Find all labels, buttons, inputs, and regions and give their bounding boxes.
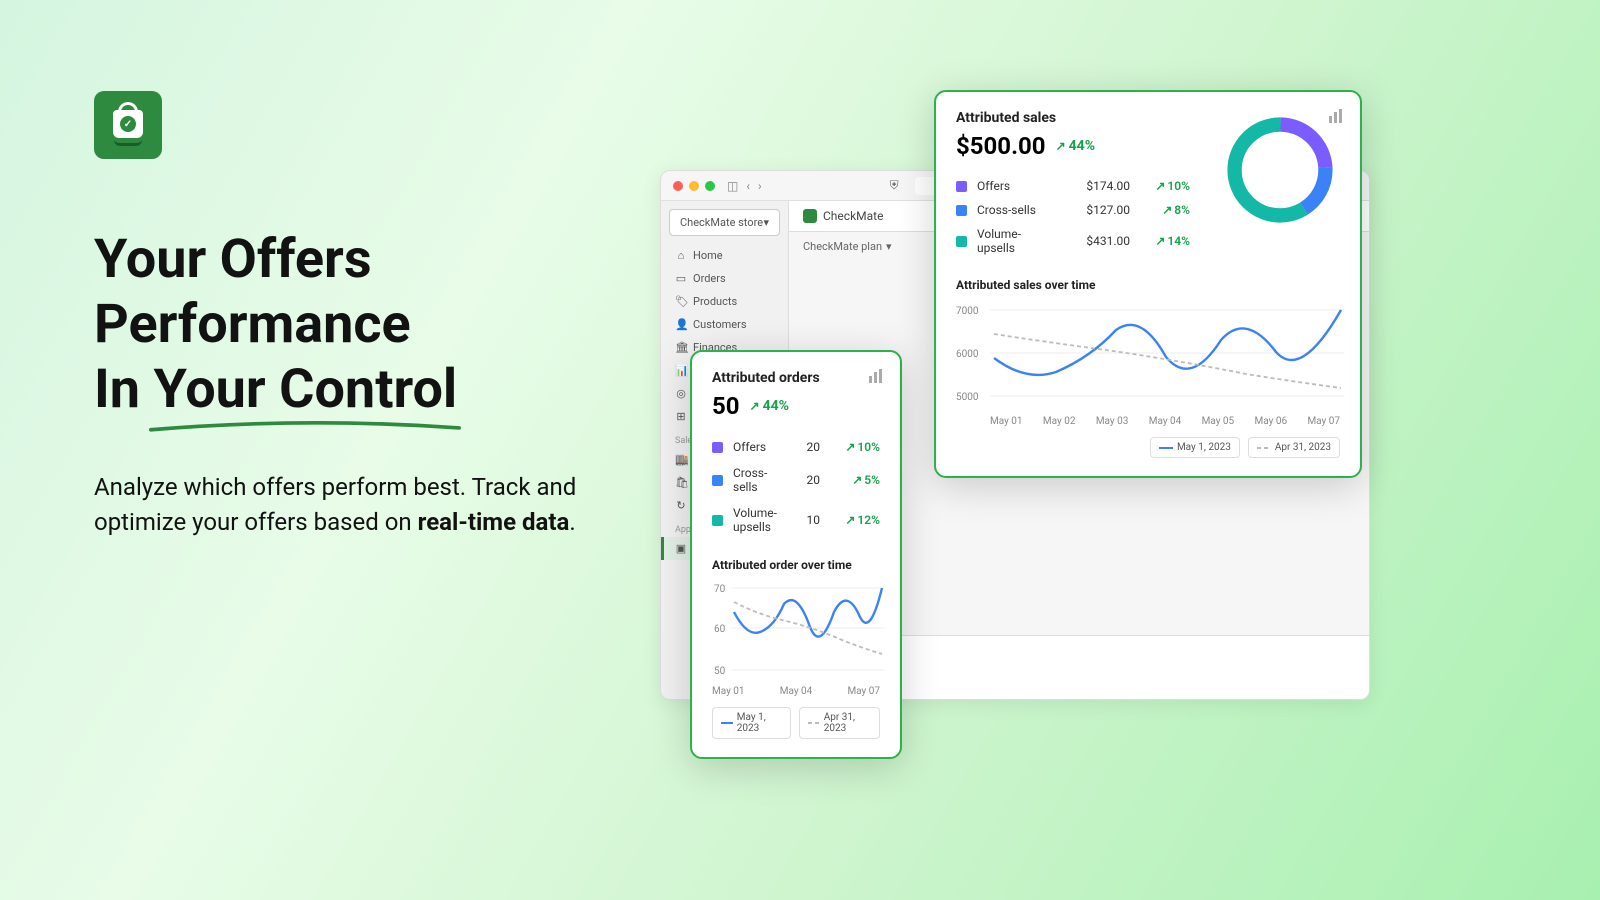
chevron-down-icon: ▾ xyxy=(886,240,892,253)
person-icon: 👤 xyxy=(675,318,687,331)
orders-delta: ↗44% xyxy=(750,398,789,414)
tag-icon: 🏷 xyxy=(675,295,687,308)
legend-row: Offers20↗10% xyxy=(712,434,880,460)
arrow-up-icon: ↗ xyxy=(1056,139,1066,153)
store-selector[interactable]: CheckMate store▾ xyxy=(669,209,780,236)
arrow-up-icon: ↗ xyxy=(1155,179,1165,193)
arrow-up-icon: ↗ xyxy=(852,473,862,487)
legend-chip-previous[interactable]: Apr 31, 2023 xyxy=(1248,437,1340,458)
sales-delta: ↗44% xyxy=(1056,138,1095,154)
arrow-up-icon: ↗ xyxy=(845,440,855,454)
window-controls[interactable] xyxy=(673,181,715,191)
mini-chart-title: Attributed order over time xyxy=(712,558,880,572)
sidebar-item-products[interactable]: 🏷Products xyxy=(661,290,788,313)
minimize-icon[interactable] xyxy=(689,181,699,191)
legend-row: Offers$174.00↗10% xyxy=(956,174,1190,198)
sidebar-item-home[interactable]: ⌂Home xyxy=(661,244,788,267)
store-icon: 🏬 xyxy=(675,453,687,466)
color-swatch xyxy=(956,236,967,247)
color-swatch xyxy=(956,205,967,216)
sidebar-item-customers[interactable]: 👤Customers xyxy=(661,313,788,336)
sales-line-chart: 7000 6000 5000 May 01 May 02 May 03 May … xyxy=(956,302,1340,427)
attributed-orders-card: Attributed orders 50 ↗44% Offers20↗10% C… xyxy=(690,350,902,759)
arrow-up-icon: ↗ xyxy=(750,399,760,413)
target-icon: ◎ xyxy=(675,387,687,400)
back-icon[interactable]: ‹ xyxy=(746,179,750,193)
svg-text:7000: 7000 xyxy=(956,306,979,317)
sidebar-toggle-icon[interactable]: ◫ xyxy=(727,179,738,193)
color-swatch xyxy=(956,181,967,192)
close-icon[interactable] xyxy=(673,181,683,191)
legend-row: Cross-sells$127.00↗8% xyxy=(956,198,1190,222)
chart-icon[interactable] xyxy=(1328,108,1344,124)
color-swatch xyxy=(712,515,723,526)
refresh-icon: ↻ xyxy=(675,499,687,512)
bag-icon: 🛍 xyxy=(675,476,687,489)
arrow-up-icon: ↗ xyxy=(845,513,855,527)
svg-text:5000: 5000 xyxy=(956,392,979,403)
legend-row: Cross-sells20↗5% xyxy=(712,460,880,500)
arrow-up-icon: ↗ xyxy=(1162,203,1172,217)
attributed-sales-card: Attributed sales $500.00 ↗44% Offers$174… xyxy=(934,90,1362,478)
svg-text:60: 60 xyxy=(714,624,726,635)
grid-icon: ⊞ xyxy=(675,410,687,423)
svg-text:6000: 6000 xyxy=(956,349,979,360)
legend-row: Volume-upsells10↗12% xyxy=(712,500,880,540)
color-swatch xyxy=(712,442,723,453)
orders-line-chart: 70 60 50 May 01 May 04 May 07 xyxy=(712,582,880,697)
orders-total: 50 ↗44% xyxy=(712,392,880,420)
card-title: Attributed sales xyxy=(956,110,1190,126)
mini-chart-title: Attributed sales over time xyxy=(956,278,1340,292)
sidebar-item-orders[interactable]: ▭Orders xyxy=(661,267,788,290)
svg-text:70: 70 xyxy=(714,584,726,595)
forward-icon[interactable]: › xyxy=(758,179,762,193)
legend-row: Volume-upsells$431.00↗14% xyxy=(956,222,1190,260)
shield-icon[interactable]: ⛨ xyxy=(890,178,899,193)
sales-donut-chart xyxy=(1220,110,1340,230)
card-title: Attributed orders xyxy=(712,370,880,386)
legend-chip-current[interactable]: May 1, 2023 xyxy=(712,707,791,739)
chart-icon: 📊 xyxy=(675,364,687,377)
hero-description: Analyze which offers perform best. Track… xyxy=(94,470,614,540)
app-logo: ✓ xyxy=(94,91,162,159)
home-icon: ⌂ xyxy=(675,249,687,262)
chart-icon[interactable] xyxy=(868,368,884,384)
hero-text: Your Offers Performance In Your Control … xyxy=(94,228,614,540)
bank-icon: 🏛 xyxy=(675,341,687,354)
legend-chip-previous[interactable]: Apr 31, 2023 xyxy=(799,707,880,739)
orders-icon: ▭ xyxy=(675,272,687,285)
color-swatch xyxy=(712,475,723,486)
sales-total: $500.00 ↗44% xyxy=(956,132,1190,160)
chevron-down-icon: ▾ xyxy=(763,216,769,229)
app-logo-small xyxy=(803,209,817,223)
maximize-icon[interactable] xyxy=(705,181,715,191)
app-icon: ▣ xyxy=(675,542,687,555)
legend-chip-current[interactable]: May 1, 2023 xyxy=(1150,437,1240,458)
arrow-up-icon: ↗ xyxy=(1155,234,1165,248)
svg-text:50: 50 xyxy=(714,666,726,677)
orders-legend: Offers20↗10% Cross-sells20↗5% Volume-ups… xyxy=(712,434,880,540)
hero-heading: Your Offers Performance In Your Control xyxy=(94,228,614,422)
sales-legend: Offers$174.00↗10% Cross-sells$127.00↗8% … xyxy=(956,174,1190,260)
